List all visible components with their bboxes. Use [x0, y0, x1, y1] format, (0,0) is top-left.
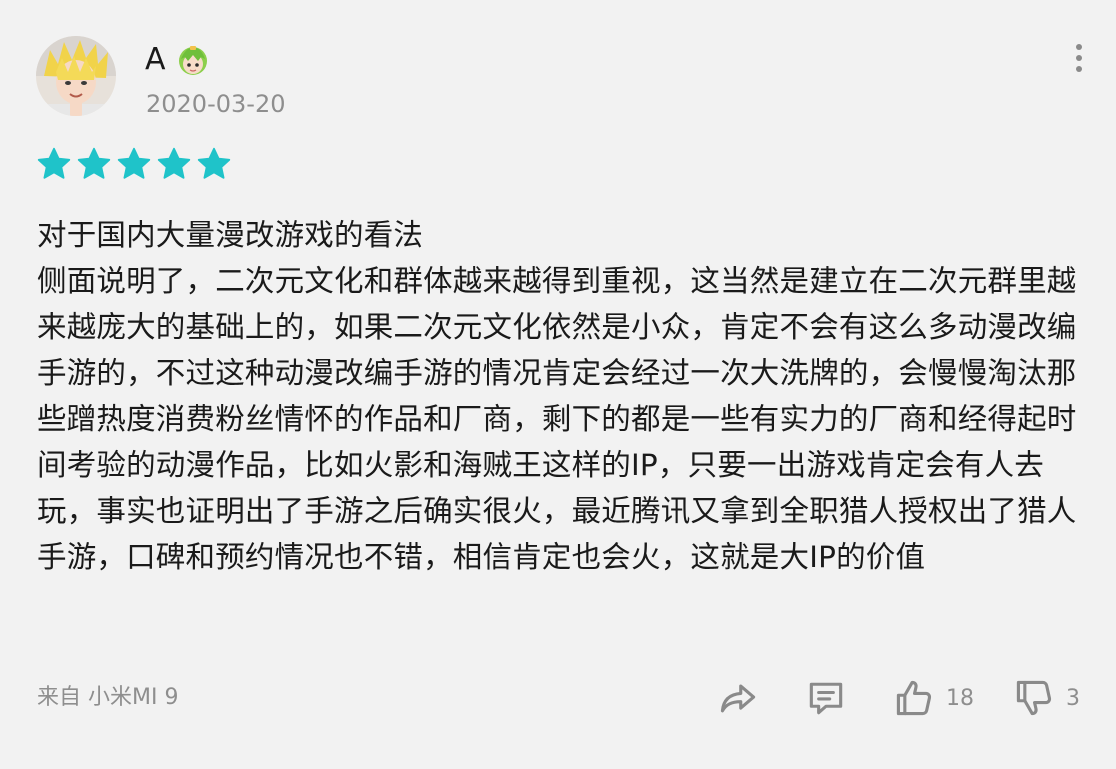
- star-icon: [77, 147, 111, 179]
- user-badge-icon: [178, 46, 207, 75]
- star-rating: [36, 146, 232, 182]
- share-button[interactable]: [716, 672, 760, 724]
- username[interactable]: A: [145, 38, 166, 82]
- share-arrow-icon: [720, 684, 756, 713]
- username-row: A: [145, 38, 212, 82]
- review-card: A 2020-03-20 对于国内大量漫改游戏的看法 侧面说明了，二次元文化和群…: [0, 0, 1116, 769]
- dislike-button[interactable]: 3: [1012, 672, 1080, 724]
- avatar-image: [36, 36, 116, 116]
- review-date: 2020-03-20: [146, 90, 286, 118]
- review-body: 侧面说明了，二次元文化和群体越来越得到重视，这当然是建立在二次元群里越来越庞大的…: [37, 264, 1077, 574]
- more-vertical-icon[interactable]: [1064, 40, 1094, 76]
- star-icon: [117, 147, 151, 179]
- thumbs-down-icon: [1016, 680, 1052, 716]
- review-title: 对于国内大量漫改游戏的看法: [37, 218, 424, 252]
- star-icon: [197, 147, 231, 179]
- like-button[interactable]: 18: [892, 672, 974, 724]
- more-dot: [1076, 44, 1082, 50]
- action-bar: 18 3: [0, 672, 1116, 724]
- dislike-count: 3: [1066, 685, 1080, 711]
- comment-bubble-icon: [809, 682, 843, 715]
- user-avatar[interactable]: [36, 36, 116, 116]
- star-icon: [157, 147, 191, 179]
- star-icon: [37, 147, 71, 179]
- thumbs-up-icon: [896, 680, 932, 716]
- comment-button[interactable]: [804, 672, 848, 724]
- review-content: 对于国内大量漫改游戏的看法 侧面说明了，二次元文化和群体越来越得到重视，这当然是…: [37, 212, 1077, 580]
- like-count: 18: [946, 685, 974, 711]
- more-dot: [1076, 55, 1082, 61]
- more-dot: [1076, 66, 1082, 72]
